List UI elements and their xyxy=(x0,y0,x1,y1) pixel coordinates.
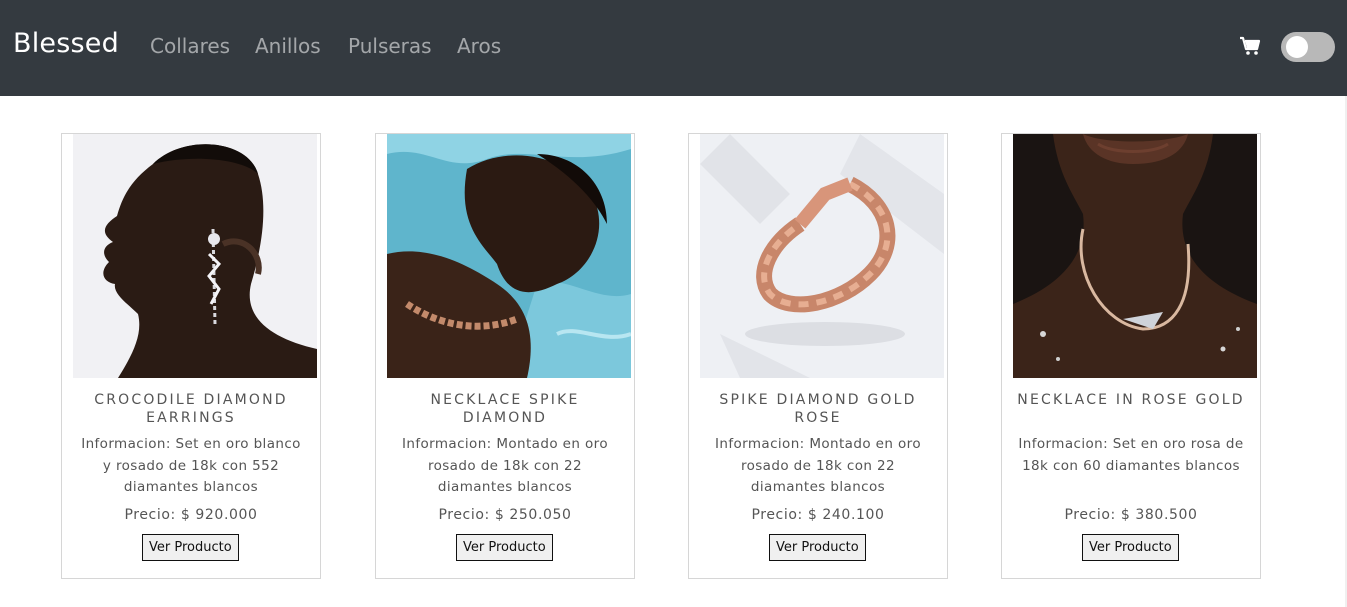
product-info: Informacion: Montado en oro rosado de 18… xyxy=(402,436,608,495)
nav-link-collares[interactable]: Collares xyxy=(150,34,230,58)
product-image-pool-necklace[interactable] xyxy=(387,134,631,378)
view-product-button[interactable]: Ver Producto xyxy=(1082,534,1179,561)
product-price: Precio: $ 380.500 xyxy=(1064,507,1198,523)
nav-link-aros[interactable]: Aros xyxy=(457,34,501,58)
product-image-rose-necklace[interactable] xyxy=(1013,134,1257,378)
nav-link-pulseras[interactable]: Pulseras xyxy=(348,34,432,58)
product-price: Precio: $ 920.000 xyxy=(124,507,258,523)
nav-link-anillos[interactable]: Anillos xyxy=(255,34,321,58)
product-card: NECKLACE SPIKE DIAMOND Informacion: Mont… xyxy=(375,133,635,579)
product-title: SPIKE DIAMOND GOLD ROSE xyxy=(719,392,917,426)
product-title: NECKLACE IN ROSE GOLD xyxy=(1017,392,1245,408)
product-price: Precio: $ 250.050 xyxy=(438,507,572,523)
brand-logo[interactable]: Blessed xyxy=(13,28,119,59)
product-price: Precio: $ 240.100 xyxy=(751,507,885,523)
product-info: Informacion: Set en oro rosa de 18k con … xyxy=(1018,436,1244,474)
view-product-button[interactable]: Ver Producto xyxy=(769,534,866,561)
product-card: CROCODILE DIAMOND EARRINGS Informacion: … xyxy=(61,133,321,579)
product-image-earrings[interactable] xyxy=(73,134,317,378)
shopping-cart-icon[interactable] xyxy=(1239,36,1261,56)
view-product-button[interactable]: Ver Producto xyxy=(142,534,239,561)
product-image-bracelet[interactable] xyxy=(700,134,944,378)
dark-mode-toggle[interactable] xyxy=(1281,32,1335,62)
product-info: Informacion: Set en oro blanco y rosado … xyxy=(81,436,301,495)
product-card: NECKLACE IN ROSE GOLD Informacion: Set e… xyxy=(1001,133,1261,579)
top-navbar: Blessed Collares Anillos Pulseras Aros xyxy=(0,0,1347,96)
product-card: SPIKE DIAMOND GOLD ROSE Informacion: Mon… xyxy=(688,133,948,579)
product-title: NECKLACE SPIKE DIAMOND xyxy=(430,392,580,426)
toggle-knob xyxy=(1286,36,1308,58)
product-title: CROCODILE DIAMOND EARRINGS xyxy=(94,392,288,426)
view-product-button[interactable]: Ver Producto xyxy=(456,534,553,561)
product-info: Informacion: Montado en oro rosado de 18… xyxy=(715,436,921,495)
